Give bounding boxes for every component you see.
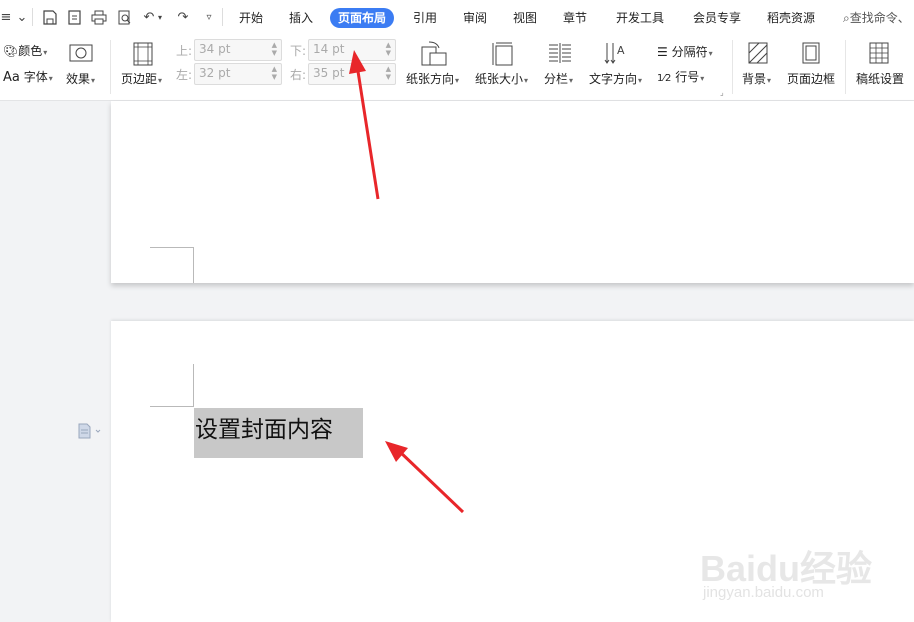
annotation-arrow-up bbox=[349, 50, 380, 200]
annotation-arrow-left bbox=[385, 441, 465, 514]
annotation-arrows bbox=[349, 50, 465, 514]
